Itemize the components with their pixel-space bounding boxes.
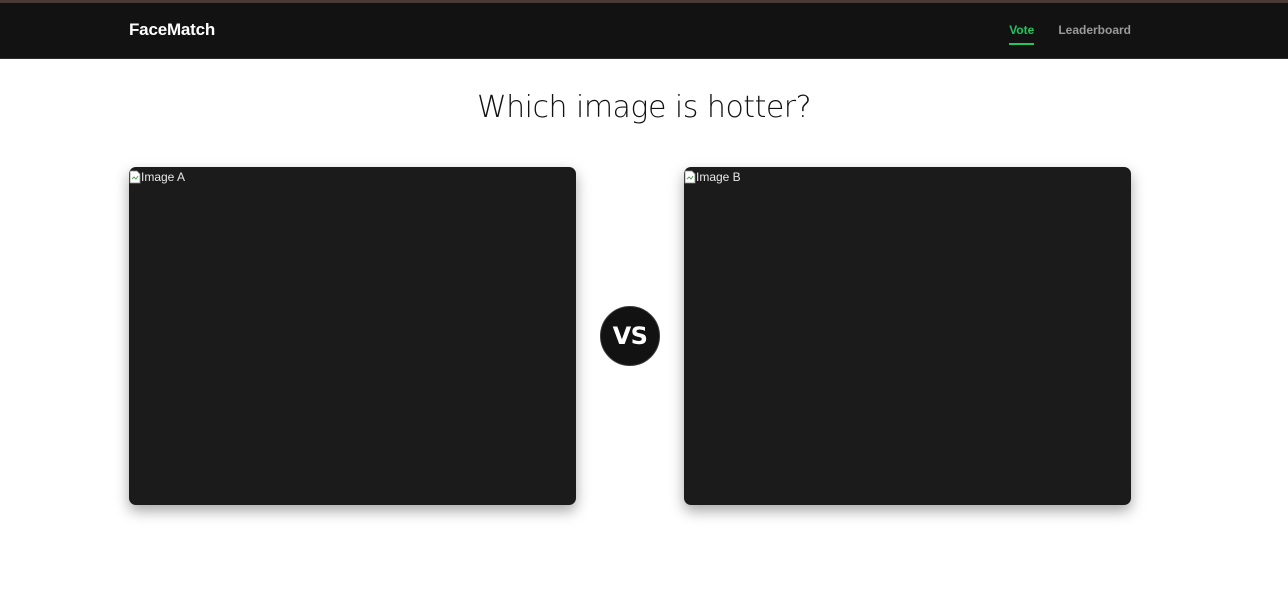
vs-badge: VS: [600, 306, 660, 366]
image-card-b[interactable]: Image B: [684, 167, 1131, 505]
brand-logo[interactable]: FaceMatch: [129, 20, 215, 40]
broken-image-icon: [684, 170, 696, 184]
broken-image-b: Image B: [684, 170, 741, 184]
image-card-a[interactable]: Image A: [129, 167, 576, 505]
broken-image-a: Image A: [129, 170, 185, 184]
navbar: FaceMatch Vote Leaderboard: [0, 3, 1288, 59]
broken-image-icon: [129, 170, 141, 184]
image-a-alt-text: Image A: [141, 170, 186, 184]
page-title: Which image is hotter?: [476, 90, 812, 125]
nav-item-leaderboard[interactable]: Leaderboard: [1058, 23, 1131, 43]
nav-item-vote[interactable]: Vote: [1009, 23, 1035, 45]
nav-links: Vote Leaderboard: [1009, 23, 1131, 45]
image-b-alt-text: Image B: [696, 170, 741, 184]
